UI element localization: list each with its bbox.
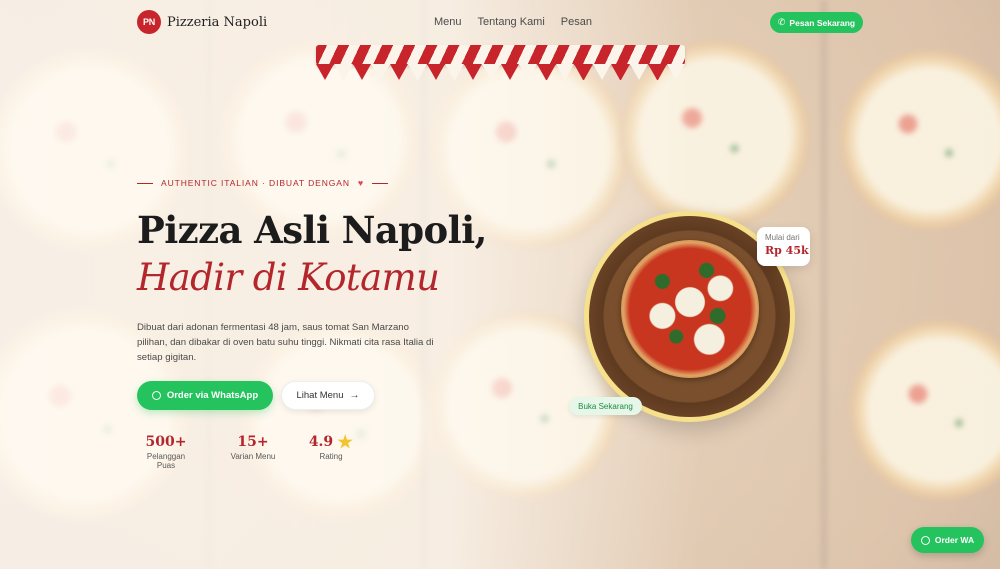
price-badge: Mulai dari Rp 45k (757, 227, 810, 266)
pesan-sekarang-label: Pesan Sekarang (789, 17, 856, 28)
price-label: Mulai dari (765, 233, 800, 242)
open-status-badge: Buka Sekarang (569, 397, 642, 415)
hero-description: Dibuat dari adonan fermentasi 48 jam, sa… (137, 322, 434, 363)
whatsapp-icon (151, 391, 161, 400)
nav-item-menu[interactable]: Menu (434, 16, 462, 28)
stat-customers: 500+ Pelanggan Puas (137, 434, 195, 470)
awning-decoration (316, 45, 686, 83)
stat-value: 4.9 (308, 434, 334, 450)
phone-icon: ✆ (777, 17, 786, 27)
order-wa-label: Order WA (934, 535, 975, 545)
stat-rating: 4.9 Rating (306, 434, 356, 461)
brand[interactable]: PN Pizzeria Napoli (137, 10, 267, 34)
star-icon (337, 434, 353, 449)
nav-item-pesan[interactable]: Pesan (561, 16, 592, 28)
main-nav: Menu Tentang Kami Pesan (434, 16, 592, 28)
order-whatsapp-label: Order via WhatsApp (166, 390, 259, 401)
pesan-sekarang-button[interactable]: ✆ Pesan Sekarang (770, 12, 863, 33)
stat-label: Pelanggan Puas (146, 452, 186, 470)
stat-variants: 15+ Varian Menu (226, 434, 280, 461)
price-value: Rp 45k (765, 244, 809, 257)
hero-eyebrow: AUTHENTIC ITALIAN · DIBUAT DENGAN ♥ (137, 178, 389, 188)
stat-value: 500+ (145, 434, 187, 450)
hero-title: Pizza Asli Napoli, (137, 208, 487, 252)
whatsapp-icon (920, 535, 930, 545)
hero-title-highlight: Hadir di Kotamu (137, 256, 440, 299)
order-wa-floating-button[interactable]: Order WA (911, 527, 984, 553)
nav-item-tentang-kami[interactable]: Tentang Kami (478, 16, 545, 28)
eyebrow-text: AUTHENTIC ITALIAN · DIBUAT DENGAN (161, 178, 350, 188)
brand-logo: PN (137, 10, 161, 34)
lihat-menu-button[interactable]: Lihat Menu → (281, 381, 375, 410)
stat-label: Varian Menu (230, 452, 276, 461)
margherita-pizza (621, 240, 759, 378)
arrow-right-icon: → (349, 390, 360, 401)
stat-label: Rating (319, 452, 343, 461)
heart-icon: ♥ (357, 178, 365, 188)
stat-value: 15+ (237, 434, 269, 450)
brand-name: Pizzeria Napoli (167, 14, 268, 30)
order-whatsapp-button[interactable]: Order via WhatsApp (137, 381, 273, 410)
lihat-menu-label: Lihat Menu (296, 390, 344, 401)
